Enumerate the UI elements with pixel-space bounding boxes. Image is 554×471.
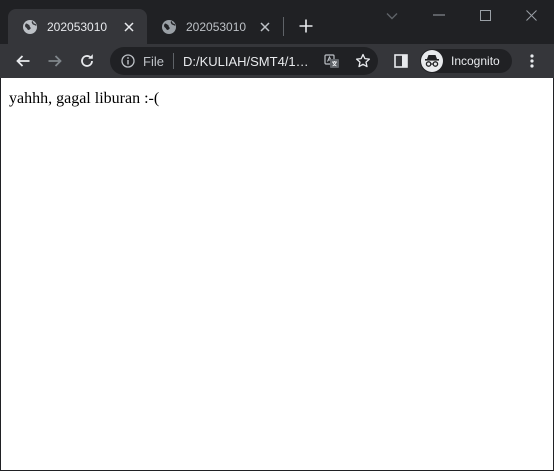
globe-icon — [22, 19, 38, 35]
file-scheme-label: File — [143, 53, 164, 69]
incognito-profile-button[interactable]: Incognito — [420, 49, 512, 73]
tab-inactive[interactable]: 202053010 — [147, 9, 283, 44]
window-close-button[interactable] — [508, 0, 554, 30]
side-panel-icon[interactable] — [389, 49, 413, 73]
tab-title: 202053010 — [47, 19, 108, 34]
translate-icon[interactable] — [323, 52, 341, 70]
browser-toolbar: File D:/KULIAH/SMT4/1… Incognito — [0, 44, 554, 78]
tab-strip: 202053010 202053010 — [0, 0, 554, 44]
kebab-menu-icon[interactable] — [520, 49, 544, 73]
arrow-left-icon[interactable] — [11, 49, 35, 73]
arrow-right-icon[interactable] — [43, 49, 67, 73]
close-icon[interactable] — [121, 19, 137, 35]
star-icon[interactable] — [354, 52, 372, 70]
page-viewport: yahhh, gagal liburan :-( — [1, 78, 553, 470]
address-bar[interactable]: File D:/KULIAH/SMT4/1… — [110, 47, 378, 75]
info-icon[interactable] — [119, 52, 137, 70]
incognito-label: Incognito — [451, 54, 500, 68]
close-icon[interactable] — [257, 19, 273, 35]
incognito-icon — [421, 50, 443, 72]
globe-icon — [161, 19, 177, 35]
reload-icon[interactable] — [75, 49, 99, 73]
maximize-button[interactable] — [462, 0, 508, 30]
omnibox-divider — [172, 53, 174, 69]
chevron-down-icon[interactable] — [382, 6, 402, 26]
url-text[interactable]: D:/KULIAH/SMT4/1… — [183, 54, 317, 69]
tab-active[interactable]: 202053010 — [8, 9, 147, 44]
plus-icon[interactable] — [294, 14, 318, 38]
page-text: yahhh, gagal liburan :-( — [9, 90, 160, 107]
minimize-button[interactable] — [416, 0, 462, 30]
tab-title: 202053010 — [186, 19, 247, 34]
tab-separator — [283, 17, 284, 36]
